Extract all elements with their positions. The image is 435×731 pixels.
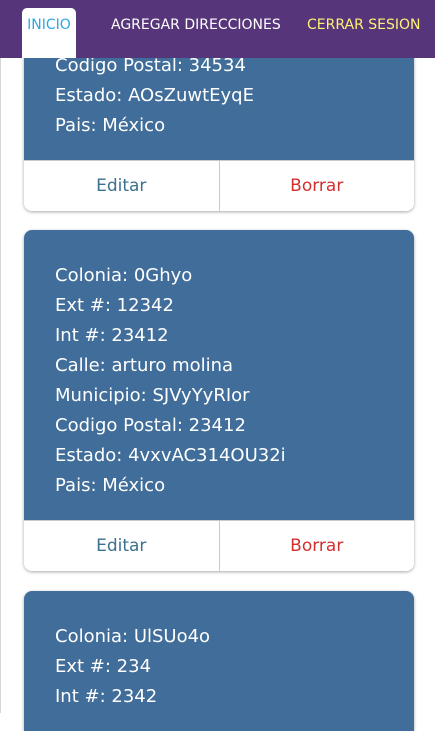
address-field-int-number: Int #: 2342: [55, 686, 158, 707]
tab-cerrar-sesion[interactable]: CERRAR SESION: [307, 16, 421, 34]
tab-agregar-direcciones[interactable]: AGREGAR DIRECCIONES: [111, 16, 281, 34]
address-field-state: Estado: 4vxvAC314OU32i: [55, 445, 286, 466]
address-field-postal-code: Codigo Postal: 23412: [55, 415, 246, 436]
address-field-int-number: Int #: 23412: [55, 325, 169, 346]
address-card-body: Colonia: 0Ghyo Ext #: 12342 Int #: 23412…: [24, 230, 414, 520]
top-navbar: INICIO AGREGAR DIRECCIONES CERRAR SESION: [0, 0, 435, 58]
address-field-colonia: Colonia: UlSUo4o: [55, 626, 211, 647]
address-card: Colonia: UlSUo4o Ext #: 234 Int #: 2342: [24, 591, 414, 731]
address-card-body: Colonia: UlSUo4o Ext #: 234 Int #: 2342: [24, 591, 414, 731]
edit-button[interactable]: Editar: [24, 161, 220, 211]
delete-button[interactable]: Borrar: [220, 161, 415, 211]
address-field-ext-number: Ext #: 12342: [55, 295, 174, 316]
address-field-street: Calle: arturo molina: [55, 355, 234, 376]
address-field-colonia: Colonia: 0Ghyo: [55, 265, 193, 286]
address-field-municipality: Municipio: SJVyYyRIor: [55, 385, 250, 406]
tab-inicio[interactable]: INICIO: [22, 8, 76, 58]
address-card: Colonia: 0Ghyo Ext #: 12342 Int #: 23412…: [24, 230, 414, 571]
address-field-ext-number: Ext #: 234: [55, 656, 152, 677]
edit-button[interactable]: Editar: [24, 521, 220, 571]
address-field-state: Estado: AOsZuwtEyqE: [55, 85, 254, 106]
delete-button[interactable]: Borrar: [220, 521, 415, 571]
address-card-actions: Editar Borrar: [24, 160, 414, 211]
address-field-country: Pais: México: [55, 115, 166, 136]
address-field-country: Pais: México: [55, 475, 166, 496]
address-list: Codigo Postal: 34534 Estado: AOsZuwtEyqE…: [0, 0, 435, 731]
address-card-actions: Editar Borrar: [24, 520, 414, 571]
